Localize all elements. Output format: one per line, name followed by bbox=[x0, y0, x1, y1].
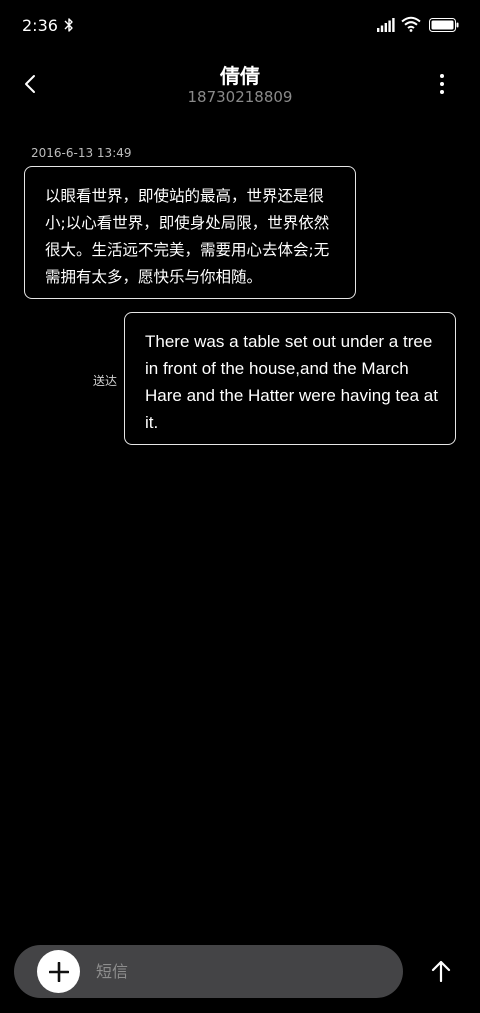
signal-icon bbox=[377, 18, 395, 32]
contact-number: 18730218809 bbox=[187, 88, 293, 106]
plus-icon bbox=[48, 961, 69, 982]
message-input[interactable] bbox=[96, 945, 386, 998]
contact-name: 倩倩 bbox=[220, 64, 260, 88]
status-time: 2:36 bbox=[22, 16, 58, 35]
more-vertical-icon bbox=[440, 74, 444, 94]
outgoing-message-bubble[interactable]: There was a table set out under a tree i… bbox=[124, 312, 456, 445]
battery-icon bbox=[429, 18, 459, 32]
message-composer bbox=[14, 945, 403, 998]
incoming-message-bubble[interactable]: 以眼看世界，即使站的最高，世界还是很小;以心看世界，即使身处局限，世界依然很大。… bbox=[24, 166, 356, 299]
message-timestamp: 2016-6-13 13:49 bbox=[31, 146, 132, 160]
status-bar: 2:36 bbox=[0, 0, 480, 52]
bluetooth-icon bbox=[64, 18, 73, 32]
delivery-status: 送达 bbox=[93, 374, 118, 388]
send-button[interactable] bbox=[426, 956, 456, 986]
wifi-icon bbox=[401, 16, 421, 32]
more-button[interactable] bbox=[428, 68, 456, 100]
arrow-up-icon bbox=[431, 960, 451, 982]
add-attachment-button[interactable] bbox=[37, 950, 80, 993]
conversation-header: 倩倩 18730218809 bbox=[0, 52, 480, 116]
